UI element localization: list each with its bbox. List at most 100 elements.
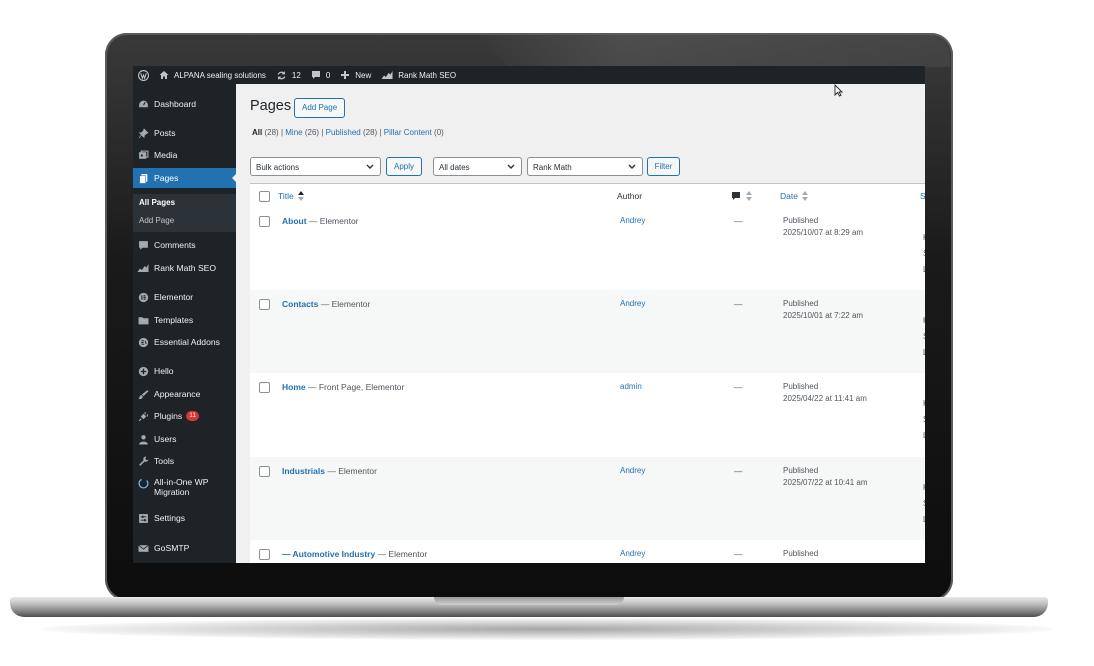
author-link[interactable]: Andrey bbox=[620, 466, 645, 475]
sort-icon bbox=[802, 191, 809, 201]
row-checkbox[interactable] bbox=[259, 549, 270, 560]
page-title: Pages bbox=[250, 98, 292, 114]
row-checkbox[interactable] bbox=[259, 466, 270, 477]
sidebar-item-comments[interactable]: Comments bbox=[133, 235, 236, 255]
admin-bar: ALPANA sealing solutions 12 0 New Rank M… bbox=[133, 66, 925, 84]
sidebar-item-templates[interactable]: Templates bbox=[133, 310, 236, 330]
comment-icon bbox=[137, 239, 149, 251]
laptop-gloss bbox=[480, 35, 950, 67]
comments-cell: — bbox=[734, 466, 743, 476]
filter-all[interactable]: All bbox=[252, 128, 262, 137]
author-link[interactable]: admin bbox=[620, 382, 642, 391]
row-checkbox[interactable] bbox=[259, 299, 270, 310]
rankmath-link[interactable]: Rank Math SEO bbox=[376, 66, 461, 84]
chevron-down-icon bbox=[628, 164, 636, 169]
sort-asc-icon bbox=[298, 191, 305, 201]
wordpress-icon bbox=[138, 69, 149, 81]
updates-count: 12 bbox=[291, 70, 301, 80]
row-checkbox[interactable] bbox=[259, 216, 270, 227]
comments-count: 0 bbox=[325, 70, 331, 80]
column-seo-cut[interactable]: S bbox=[920, 191, 925, 201]
column-comments[interactable] bbox=[731, 191, 753, 203]
brush-icon bbox=[137, 388, 149, 400]
migration-label-line2: Migration bbox=[154, 487, 190, 497]
apply-button[interactable]: Apply bbox=[386, 157, 422, 176]
pages-submenu: All Pages Add Page bbox=[133, 194, 236, 232]
comments-cell: — bbox=[734, 549, 743, 559]
sort-icon bbox=[746, 191, 753, 201]
date-cell: Published bbox=[783, 549, 819, 558]
sidebar-item-tools[interactable]: Tools bbox=[133, 451, 236, 471]
migration-icon bbox=[137, 477, 149, 489]
sidebar-item-migration[interactable]: All-in-One WP Migration bbox=[133, 475, 236, 501]
sidebar-item-appearance[interactable]: Appearance bbox=[133, 384, 236, 404]
page-title-link[interactable]: Home bbox=[282, 382, 306, 392]
sidebar-item-settings[interactable]: Settings bbox=[133, 508, 236, 528]
sidebar-item-plugins[interactable]: Plugins 11 bbox=[133, 406, 236, 426]
page-title-link[interactable]: About bbox=[282, 216, 307, 226]
date-cell: Published 2025/10/01 at 7:22 am bbox=[783, 299, 864, 320]
sidebar-item-pages[interactable]: Pages bbox=[133, 168, 237, 188]
filter-mine[interactable]: Mine bbox=[285, 128, 302, 137]
page-title-link[interactable]: — Automotive Industry bbox=[282, 549, 375, 559]
laptop-notch bbox=[434, 597, 624, 605]
add-page-button[interactable]: Add Page bbox=[294, 98, 346, 118]
sidebar-item-posts[interactable]: Posts bbox=[133, 123, 236, 143]
author-link[interactable]: Andrey bbox=[620, 299, 645, 308]
date-cell: Published 2025/10/07 at 8:29 am bbox=[783, 216, 864, 237]
main-content: Pages Add Page All (28) | Mine (26) | Pu… bbox=[236, 84, 925, 563]
submenu-add-page[interactable]: Add Page bbox=[139, 216, 174, 225]
sidebar-item-media[interactable]: Media bbox=[133, 145, 236, 165]
filter-published[interactable]: Published bbox=[326, 128, 361, 137]
filter-button[interactable]: Filter bbox=[647, 157, 680, 176]
plus-circle-icon bbox=[137, 365, 149, 377]
elementor-icon bbox=[137, 291, 149, 303]
bulk-actions-select[interactable]: Bulk actions bbox=[250, 157, 381, 176]
sidebar-item-dashboard[interactable]: Dashboard bbox=[133, 94, 236, 114]
author-link[interactable]: Andrey bbox=[620, 549, 645, 558]
column-author: Author bbox=[617, 191, 643, 201]
column-title[interactable]: Title bbox=[278, 191, 305, 201]
submenu-all-pages[interactable]: All Pages bbox=[139, 198, 175, 207]
page-title-link[interactable]: Industrials bbox=[282, 466, 325, 476]
site-name-link[interactable]: ALPANA sealing solutions bbox=[154, 66, 271, 84]
dashboard-icon bbox=[137, 98, 149, 110]
table-row: Industrials — Elementor Andrey — Publish… bbox=[250, 457, 925, 541]
updates-icon bbox=[277, 70, 286, 80]
page-title-link[interactable]: Contacts bbox=[282, 299, 318, 309]
sidebar-item-elementor[interactable]: Elementor bbox=[133, 287, 236, 307]
rankmath-select[interactable]: Rank Math bbox=[527, 157, 643, 176]
table-row: Home — Front Page, Elementor admin — Pub… bbox=[250, 373, 925, 458]
row-checkbox[interactable] bbox=[259, 382, 270, 393]
wp-logo-button[interactable] bbox=[133, 66, 154, 84]
comments-link[interactable]: 0 bbox=[306, 66, 335, 84]
updates-link[interactable]: 12 bbox=[271, 66, 306, 84]
media-icon bbox=[137, 149, 149, 161]
comment-icon bbox=[311, 71, 320, 79]
comments-cell: — bbox=[734, 216, 743, 226]
sidebar-item-essential-addons[interactable]: Essential Addons bbox=[133, 332, 236, 352]
admin-sidebar: Dashboard Posts Media Pages All Pages Ad… bbox=[133, 84, 237, 563]
new-content-link[interactable]: New bbox=[335, 66, 376, 84]
sidebar-item-users[interactable]: Users bbox=[133, 429, 236, 449]
date-cell: Published 2025/07/22 at 10:41 am bbox=[783, 466, 868, 487]
pages-icon bbox=[137, 172, 149, 184]
migration-label-line1: All-in-One WP bbox=[154, 477, 209, 487]
sidebar-item-rankmath[interactable]: Rank Math SEO bbox=[133, 258, 236, 278]
sidebar-item-hello[interactable]: Hello bbox=[133, 361, 236, 381]
plugins-label: Plugins bbox=[154, 410, 183, 421]
filter-pillar-content[interactable]: Pillar Content bbox=[384, 128, 432, 137]
chevron-down-icon bbox=[507, 164, 515, 169]
author-link[interactable]: Andrey bbox=[620, 216, 645, 225]
rankmath-icon bbox=[137, 262, 149, 274]
mail-icon bbox=[137, 542, 149, 554]
column-date[interactable]: Date bbox=[780, 191, 809, 201]
dates-select[interactable]: All dates bbox=[433, 157, 522, 176]
home-icon bbox=[159, 71, 169, 79]
comments-cell: — bbox=[734, 299, 743, 309]
plug-icon bbox=[137, 410, 149, 422]
comment-icon bbox=[732, 192, 740, 200]
select-all-checkbox[interactable] bbox=[259, 191, 270, 202]
plus-icon bbox=[341, 71, 350, 79]
sidebar-item-gosmtp[interactable]: GoSMTP bbox=[133, 538, 236, 558]
